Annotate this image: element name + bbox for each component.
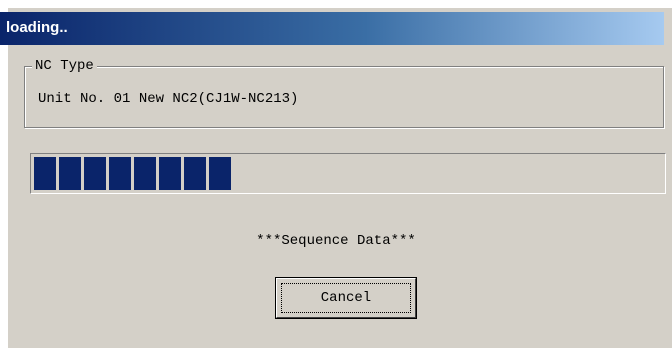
cancel-button-label: Cancel <box>320 290 372 306</box>
progress-block <box>59 157 81 190</box>
nc-type-label: NC Type <box>32 57 97 75</box>
progress-bar-track <box>34 157 662 190</box>
progress-block <box>34 157 56 190</box>
progress-bar <box>30 153 666 194</box>
progress-block <box>109 157 131 190</box>
window-title: loading.. <box>6 19 68 36</box>
nc-type-value: Unit No. 01 New NC2(CJ1W-NC213) <box>38 91 299 107</box>
progress-block <box>84 157 106 190</box>
progress-block <box>184 157 206 190</box>
progress-block <box>209 157 231 190</box>
title-bar[interactable]: loading.. <box>0 12 664 45</box>
cancel-button[interactable]: Cancel <box>276 278 416 318</box>
status-text: ***Sequence Data*** <box>256 233 416 249</box>
progress-block <box>159 157 181 190</box>
progress-block <box>134 157 156 190</box>
